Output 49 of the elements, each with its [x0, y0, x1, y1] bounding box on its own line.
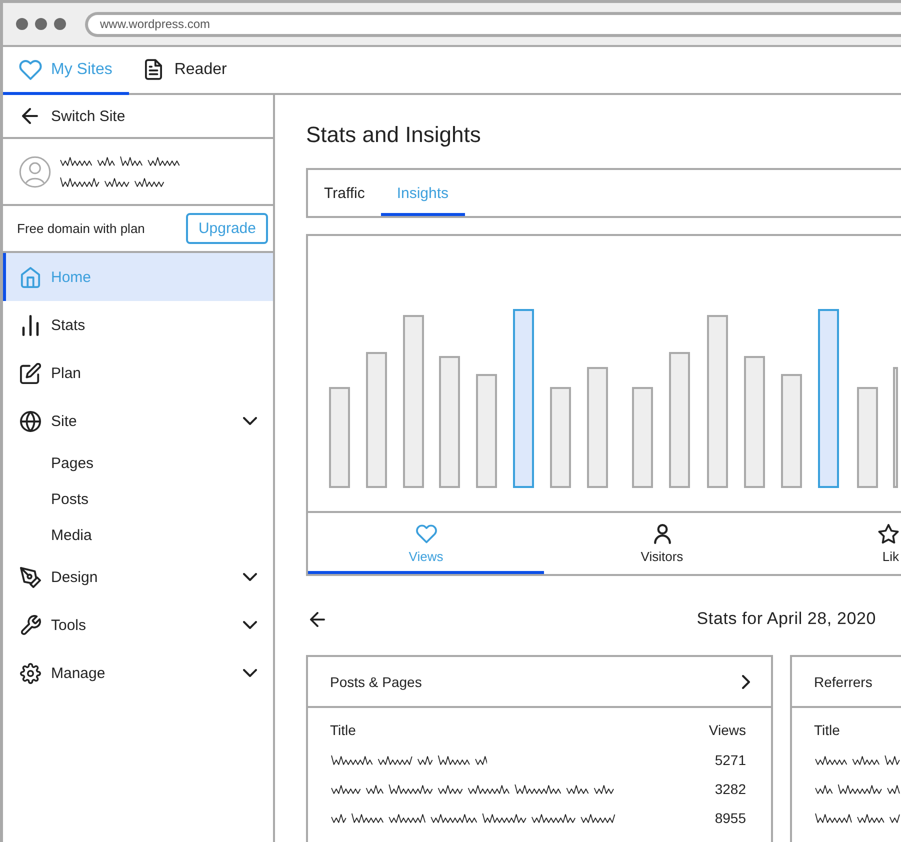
switch-site-link[interactable]: Switch Site: [3, 95, 273, 139]
arrow-left-icon: [22, 108, 38, 124]
chevron-down-icon: [243, 669, 257, 677]
arrow-left-icon[interactable]: [310, 612, 325, 626]
heart-icon: [416, 524, 436, 544]
heart-icon: [19, 60, 42, 80]
table-cell: 8955: [714, 810, 746, 826]
sidebar-item[interactable]: Site: [3, 397, 273, 445]
table-cell: 5271: [714, 752, 746, 768]
home-icon: [20, 266, 41, 288]
column-header: Views: [708, 722, 746, 738]
metric-tab[interactable]: Lik: [780, 513, 901, 574]
nav-tab[interactable]: Reader: [129, 47, 244, 95]
promo-text: Free domain with plan: [17, 221, 145, 236]
document-icon: [145, 59, 162, 80]
column-header: Title: [814, 722, 840, 738]
address-bar[interactable]: www.wordpress.com: [85, 12, 901, 36]
sidebar-item[interactable]: Manage: [3, 649, 273, 697]
star-icon: [878, 524, 899, 544]
chevron-down-icon: [243, 621, 257, 629]
settings-icon: [20, 662, 41, 684]
metric-tab[interactable]: Visitors: [544, 513, 780, 574]
globe-icon: [20, 410, 41, 432]
avatar-icon: [19, 156, 51, 188]
column-header: Title: [330, 722, 356, 738]
card-title: Referrers: [814, 674, 872, 690]
sidebar-item[interactable]: Design: [3, 553, 273, 601]
bar-chart-icon: [20, 314, 41, 336]
chevron-right-icon[interactable]: [742, 674, 750, 688]
person-icon: [652, 524, 672, 544]
sidebar-subitem[interactable]: Pages: [3, 445, 273, 481]
sidebar-subitem[interactable]: Media: [3, 517, 273, 553]
tab[interactable]: Traffic: [308, 170, 381, 216]
card-title: Posts & Pages: [330, 674, 422, 690]
window-dot-icon[interactable]: [35, 18, 47, 30]
chevron-down-icon: [243, 417, 257, 425]
sidebar-subitem[interactable]: Posts: [3, 481, 273, 517]
window-dot-icon[interactable]: [16, 18, 28, 30]
window-dot-icon[interactable]: [54, 18, 66, 30]
date-label: Stats for April 28, 2020: [696, 609, 876, 629]
pen-nib-icon: [20, 566, 41, 588]
sidebar-item[interactable]: Stats: [3, 301, 273, 349]
table-cell: 3282: [714, 780, 746, 796]
sidebar-item[interactable]: Tools: [3, 601, 273, 649]
sidebar-item[interactable]: Plan: [3, 349, 273, 397]
wrench-icon: [20, 614, 41, 636]
chevron-down-icon: [243, 573, 257, 581]
edit-icon: [20, 362, 41, 384]
page-title: Stats and Insights: [306, 121, 482, 149]
